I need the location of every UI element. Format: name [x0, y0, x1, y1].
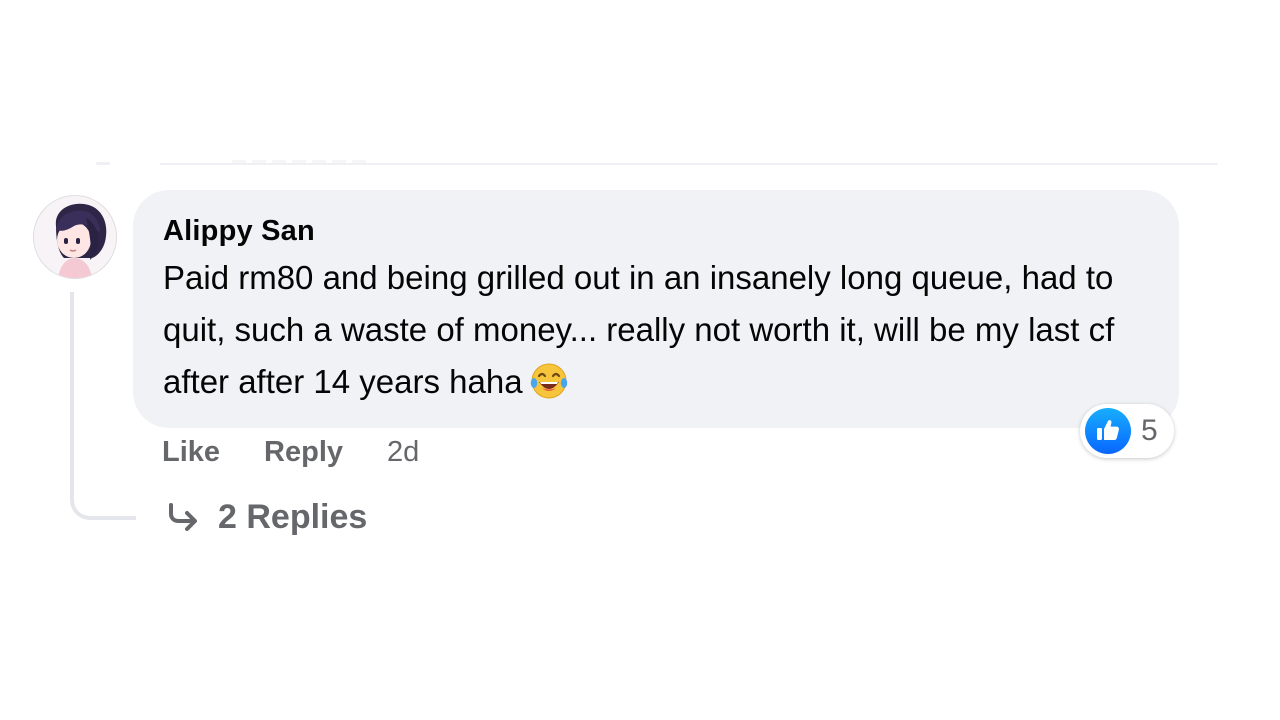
thumbs-up-icon — [1085, 408, 1131, 454]
avatar[interactable] — [34, 196, 116, 278]
comment-author[interactable]: Alippy San — [163, 212, 1149, 250]
comment-bubble: Alippy San Paid rm80 and being grilled o… — [133, 190, 1179, 428]
thread-connector-line — [70, 292, 136, 520]
divider — [160, 163, 1218, 165]
reaction-count: 5 — [1141, 414, 1158, 447]
avatar-image — [34, 196, 116, 278]
comment-timestamp[interactable]: 2d — [387, 436, 419, 469]
reaction-summary[interactable]: 5 — [1080, 404, 1174, 458]
reply-arrow-icon — [169, 503, 197, 531]
comment-thread: Alippy San Paid rm80 and being grilled o… — [0, 0, 1280, 720]
replies-label: 2 Replies — [218, 497, 368, 536]
comment-actions: Like Reply 2d — [162, 430, 419, 474]
comment-text: Paid rm80 and being grilled out in an in… — [163, 259, 1115, 400]
view-replies-button[interactable]: 2 Replies — [166, 494, 367, 540]
laughing-with-tears-emoji — [530, 363, 567, 399]
comment-body: Paid rm80 and being grilled out in an in… — [163, 252, 1149, 408]
like-button[interactable]: Like — [162, 436, 220, 469]
previous-comment-edge — [96, 162, 110, 165]
reply-button[interactable]: Reply — [264, 436, 343, 469]
